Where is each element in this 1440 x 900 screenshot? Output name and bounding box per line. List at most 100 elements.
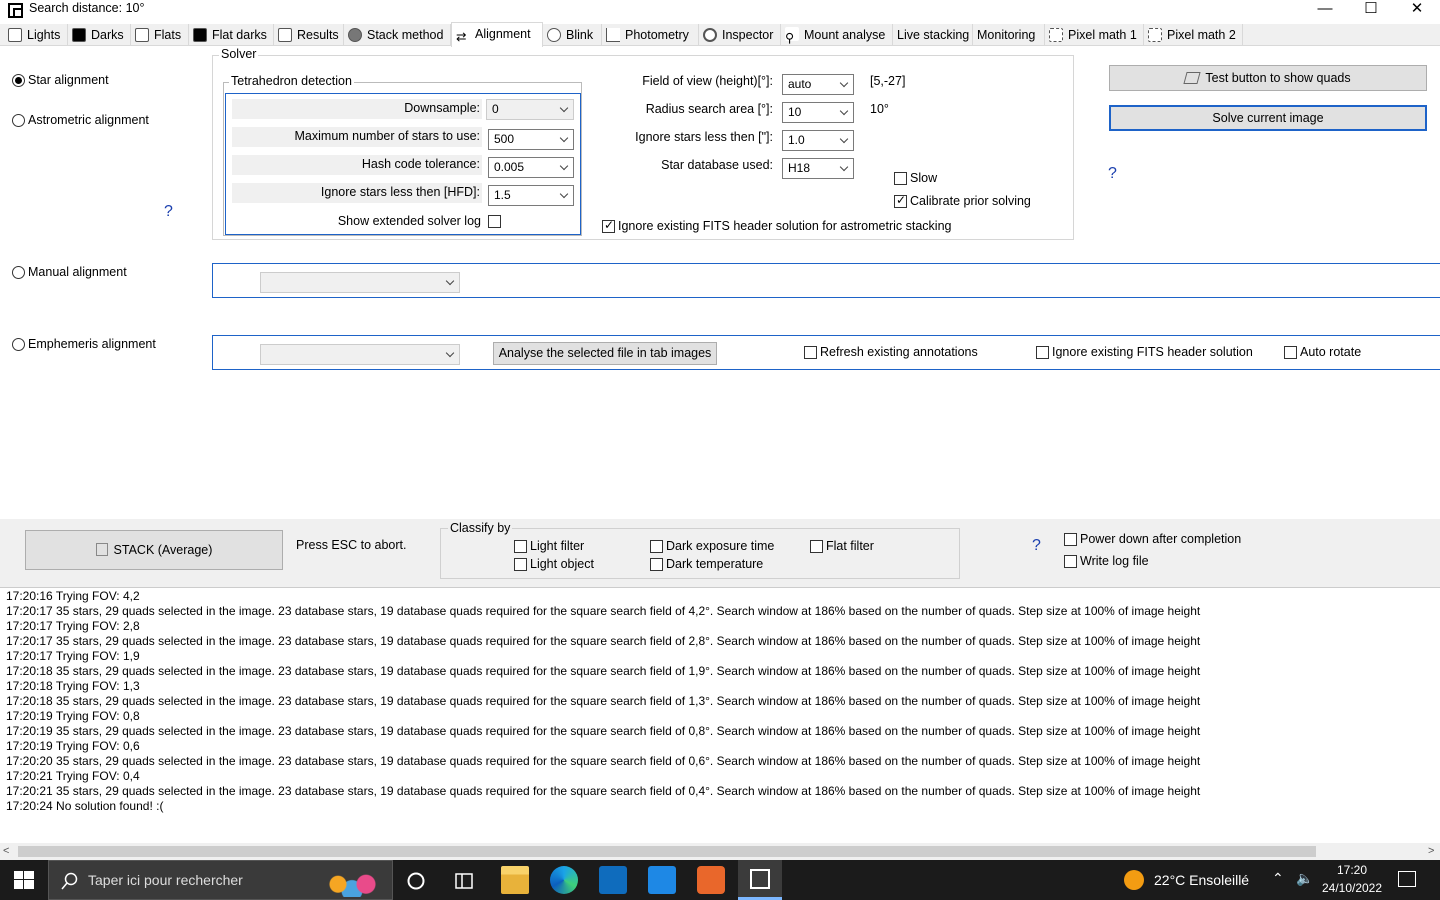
log-line: 17:20:17 Trying FOV: 2,8 (6, 619, 140, 633)
tab-results[interactable]: Results (274, 24, 344, 46)
extended-log-checkbox[interactable] (488, 215, 501, 228)
tab-mount-analyse[interactable]: ⚲ Mount analyse (781, 24, 893, 46)
ignore-fits-checkbox[interactable] (1036, 346, 1049, 359)
ignore-fits-label: Ignore existing FITS header solution (1052, 345, 1253, 359)
max-stars-select[interactable]: 500 (488, 129, 574, 150)
minimize-button[interactable]: — (1302, 0, 1348, 22)
app-orange-icon[interactable] (697, 866, 725, 894)
mail-icon[interactable] (648, 866, 676, 894)
cortana-icon[interactable] (406, 871, 426, 891)
fov-select[interactable]: auto (782, 74, 854, 95)
clock-date[interactable]: 24/10/2022 (1318, 881, 1386, 895)
search-placeholder: Taper ici pour rechercher (88, 872, 243, 888)
photometry-icon (606, 28, 620, 42)
solve-image-button[interactable]: Solve current image (1109, 105, 1427, 131)
ephemeris-alignment-radio[interactable] (12, 338, 25, 354)
help-link[interactable]: ? (1108, 165, 1117, 183)
log-line: 17:20:24 No solution found! :( (6, 799, 164, 813)
app-icon (8, 3, 23, 18)
star-alignment-radio[interactable] (12, 74, 25, 90)
quads-icon (1183, 72, 1201, 84)
close-button[interactable]: ✕ (1394, 0, 1440, 22)
weather-sun-icon[interactable] (1124, 870, 1144, 890)
test-quads-button[interactable]: Test button to show quads (1109, 65, 1427, 91)
tab-alignment[interactable]: ⇄ Alignment (451, 22, 543, 47)
ignore-stars-select[interactable]: 1.0 (782, 130, 854, 151)
tab-lights[interactable]: Lights (4, 24, 68, 46)
clock-time[interactable]: 17:20 (1318, 863, 1386, 877)
manual-alignment-select[interactable] (260, 272, 460, 293)
horizontal-scrollbar[interactable]: < > (0, 843, 1440, 860)
stack-controls: STACK (Average) Press ESC to abort. Clas… (0, 519, 1440, 587)
log-line: 17:20:17 Trying FOV: 1,9 (6, 649, 140, 663)
tab-darks[interactable]: Darks (68, 24, 131, 46)
scroll-thumb[interactable] (18, 846, 1316, 857)
tab-monitoring[interactable]: Monitoring (973, 24, 1045, 46)
light-object-checkbox[interactable] (514, 558, 527, 571)
store-icon[interactable] (599, 866, 627, 894)
tab-flat-darks[interactable]: Flat darks (189, 24, 274, 46)
log-memo[interactable]: 17:20:16 Trying FOV: 4,2 17:20:17 35 sta… (0, 587, 1440, 843)
classify-group (440, 528, 960, 579)
volume-icon[interactable]: 🔈 (1296, 870, 1313, 887)
tab-live-stacking[interactable]: Live stacking (893, 24, 973, 46)
search-highlight-icon (317, 865, 387, 897)
write-log-checkbox[interactable] (1064, 555, 1077, 568)
ignore-hfd-select[interactable]: 1.5 (488, 185, 574, 206)
astap-taskbar-button[interactable] (738, 860, 782, 900)
radius-select[interactable]: 10 (782, 102, 854, 123)
maximize-button[interactable]: ☐ (1348, 0, 1394, 22)
pixel-math-icon (1148, 28, 1162, 42)
tab-blink[interactable]: Blink (543, 24, 602, 46)
ignore-fits-stacking-label: Ignore existing FITS header solution for… (618, 219, 952, 233)
notifications-icon[interactable] (1398, 871, 1416, 887)
tab-bar: Lights Darks Flats Flat darks Results St… (0, 22, 1440, 47)
auto-rotate-label: Auto rotate (1300, 345, 1362, 359)
log-line: 17:20:17 35 stars, 29 quads selected in … (6, 604, 1201, 618)
tab-pixel-math-1[interactable]: Pixel math 1 (1045, 24, 1144, 46)
file-explorer-icon[interactable] (501, 866, 529, 894)
edge-icon[interactable] (550, 866, 578, 894)
star-database-select[interactable]: H18 (782, 158, 854, 179)
help-link[interactable]: ? (1032, 537, 1041, 555)
tab-inspector[interactable]: Inspector (699, 24, 781, 46)
stack-button[interactable]: STACK (Average) (25, 530, 283, 570)
analyse-file-button[interactable]: Analyse the selected file in tab images (493, 342, 717, 365)
tab-photometry[interactable]: Photometry (602, 24, 699, 46)
calibrate-checkbox[interactable] (894, 193, 907, 208)
weather-text[interactable]: 22°C Ensoleillé (1154, 872, 1249, 888)
dark-temperature-label: Dark temperature (666, 557, 764, 571)
windows-start-icon[interactable] (14, 871, 34, 889)
dark-temperature-checkbox[interactable] (650, 558, 663, 571)
hash-tolerance-select[interactable]: 0.005 (488, 157, 574, 178)
auto-rotate-checkbox[interactable] (1284, 346, 1297, 359)
extended-log-label: Show extended solver log (337, 214, 481, 228)
tab-flats[interactable]: Flats (131, 24, 189, 46)
slow-checkbox[interactable] (894, 172, 907, 185)
dark-exposure-label: Dark exposure time (666, 539, 775, 553)
astap-icon (750, 869, 770, 889)
radius-label: Radius search area [°]: (645, 102, 773, 116)
taskbar-search-box[interactable]: Taper ici pour rechercher (48, 860, 393, 900)
tab-stack-method[interactable]: Stack method (344, 24, 451, 46)
log-line: 17:20:19 35 stars, 29 quads selected in … (6, 724, 1201, 738)
power-down-checkbox[interactable] (1064, 533, 1077, 546)
chevron-up-icon[interactable]: ⌃ (1272, 870, 1284, 887)
manual-alignment-radio[interactable] (12, 266, 25, 282)
radius-display: 10° (870, 102, 889, 116)
downsample-select[interactable]: 0 (486, 99, 574, 120)
ignore-fits-stacking-checkbox[interactable] (602, 218, 615, 233)
tab-pixel-math-2[interactable]: Pixel math 2 (1144, 24, 1243, 46)
lights-icon (8, 28, 22, 42)
dark-exposure-checkbox[interactable] (650, 540, 663, 553)
help-link[interactable]: ? (164, 203, 173, 221)
scroll-right-icon[interactable]: > (1428, 845, 1434, 857)
task-view-icon[interactable] (454, 871, 474, 891)
ephemeris-select[interactable] (260, 344, 460, 365)
flat-filter-checkbox[interactable] (810, 540, 823, 553)
light-filter-checkbox[interactable] (514, 540, 527, 553)
refresh-annotations-checkbox[interactable] (804, 346, 817, 359)
astrometric-alignment-radio[interactable] (12, 114, 25, 130)
ignore-stars-label: Ignore stars less then ["]: (635, 130, 773, 144)
scroll-left-icon[interactable]: < (3, 845, 9, 857)
